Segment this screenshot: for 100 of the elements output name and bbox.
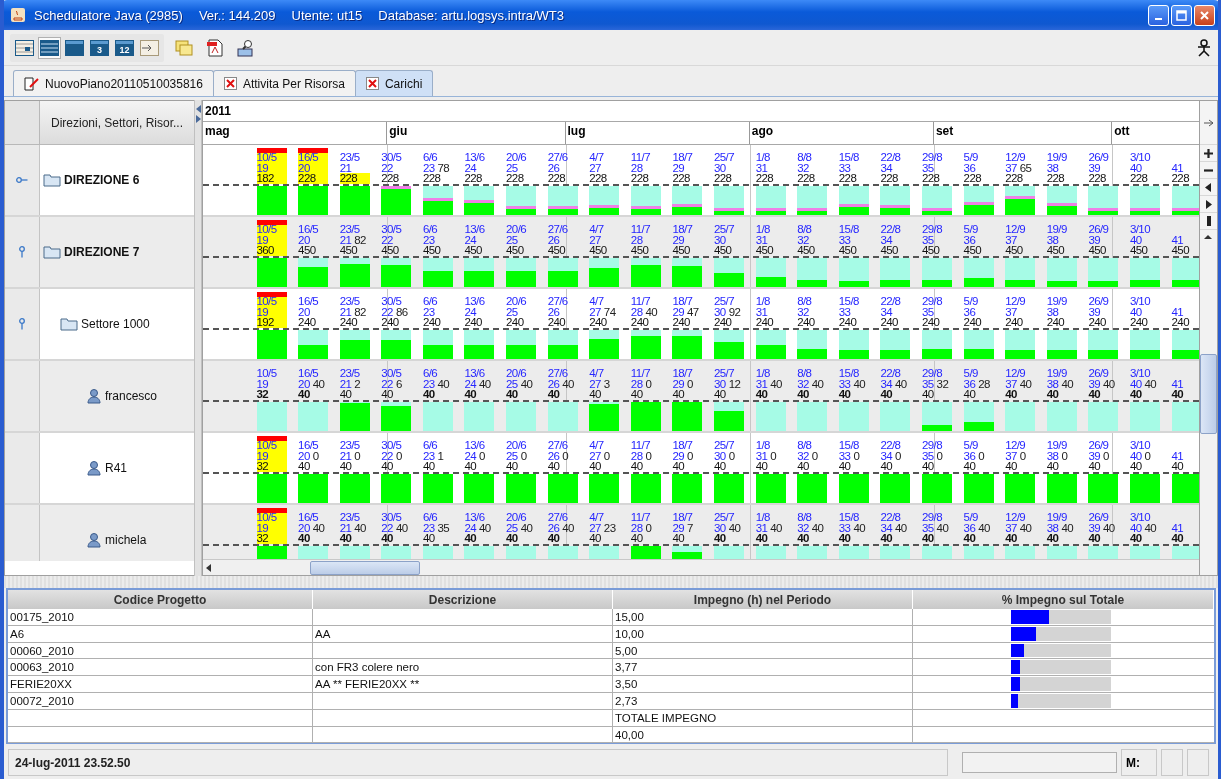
capacity-value: 450 (963, 245, 981, 256)
week-date: 27/6 (547, 368, 569, 379)
capacity-value: 40 (506, 533, 519, 544)
week-number: 21 (339, 378, 352, 390)
capacity-value: 32 (256, 461, 270, 472)
week-number: 20 (298, 234, 310, 246)
week-number: 35 (922, 306, 934, 318)
window-title: Ver.: 144.209 (198, 7, 276, 23)
week-date: 6/6 (422, 512, 439, 523)
week-date: 19/9 (1046, 368, 1068, 379)
week-number: 28 (630, 162, 643, 174)
week-date: 16/5 (298, 224, 319, 235)
tree-item[interactable]: francesco (105, 389, 158, 403)
capacity-value: 450 (339, 245, 359, 256)
week-date: 29/8 (922, 296, 942, 307)
week-date: 12/9 (1005, 512, 1027, 523)
week-date: 11/7 (630, 152, 650, 163)
free-hours: 40 (770, 522, 782, 534)
week-date: 18/7 (672, 440, 693, 451)
capacity-value: 40 (589, 389, 602, 400)
capacity-value: 40 (339, 461, 353, 472)
capacity-value: 228 (381, 173, 400, 184)
week-number: 26 (547, 450, 560, 462)
week-date: 5/9 (963, 152, 979, 163)
week-number: 19 (256, 450, 269, 462)
column-header[interactable]: Codice Progetto (8, 590, 313, 609)
week-date: 20/6 (506, 224, 527, 235)
column-header[interactable]: Impegno (h) nel Periodo (613, 590, 913, 609)
free-hours: 40 (354, 522, 366, 534)
week-date: 1/8 (755, 368, 771, 379)
week-date: 29/8 (922, 512, 943, 523)
capacity-value: 228 (1005, 173, 1024, 184)
week-date: 18/7 (672, 224, 693, 235)
week-date: 16/5 (298, 296, 319, 307)
week-date: 13/6 (464, 440, 485, 451)
tree-item[interactable]: michela (105, 533, 147, 547)
week-date: 22/8 (880, 152, 901, 163)
free-hours: 40 (1144, 378, 1157, 390)
tree-item[interactable]: DIREZIONE 6 (64, 173, 140, 187)
week-date: 23/5 (339, 512, 361, 523)
capacity-value: 450 (714, 245, 733, 256)
tree-item[interactable]: DIREZIONE 7 (64, 245, 140, 259)
week-date: 15/8 (838, 440, 860, 451)
tab[interactable]: Attivita Per Risorsa (212, 70, 356, 96)
week-date: 11/7 (630, 296, 651, 307)
week-date: 30/5 (381, 152, 402, 163)
capacity-value: 40 (1046, 389, 1060, 400)
week-number: 23 (422, 234, 435, 246)
capacity-value: 240 (880, 317, 899, 328)
column-header[interactable]: Descrizione (313, 590, 613, 609)
week-number: 20 (298, 378, 310, 390)
week-number: 31 (755, 162, 768, 174)
capacity-value: 228 (298, 173, 317, 184)
week-date: 1/8 (755, 440, 771, 451)
week-number: 35 (922, 234, 934, 246)
week-number: 19 (256, 378, 269, 390)
week-date: 11/7 (630, 440, 651, 451)
week-number: 33 (838, 450, 851, 462)
capacity-value: 40 (506, 461, 519, 472)
week-number: 35 (922, 162, 934, 174)
free-hours: 40 (895, 522, 907, 534)
capacity-value: 40 (464, 461, 478, 472)
capacity-value: 450 (880, 245, 899, 256)
week-date: 13/6 (464, 296, 485, 307)
capacity-value: 40 (755, 461, 769, 472)
week-number: 28 (630, 450, 643, 462)
week-date: 23/5 (339, 440, 361, 451)
free-hours: 40 (312, 378, 325, 390)
week-number: 23 (422, 450, 435, 462)
week-number: 24 (464, 306, 477, 318)
week-number: 30 (714, 234, 726, 246)
week-date: 16/5 (298, 368, 320, 379)
week-date: 22/8 (880, 440, 901, 451)
capacity-value: 40 (339, 533, 353, 544)
week-number: 41 (1171, 378, 1184, 390)
capacity-value: 40 (298, 389, 311, 400)
tree-item[interactable]: Settore 1000 (81, 317, 150, 331)
capacity-value: 40 (755, 389, 769, 400)
capacity-value: 40 (922, 533, 935, 544)
week-date: 19/9 (1046, 512, 1068, 523)
capacity-value: 40 (381, 461, 394, 472)
tree-item[interactable]: R41 (105, 461, 127, 475)
week-date: 5/9 (963, 296, 979, 307)
table-cell: 00072_2010 (8, 693, 313, 710)
tab[interactable]: Carichi (354, 70, 434, 96)
capacity-value: 32 (256, 533, 270, 544)
capacity-value: 40 (672, 533, 686, 544)
column-header[interactable]: % Impegno sul Totale (913, 590, 1214, 609)
week-number: 19 (256, 162, 269, 174)
week-date: 26/9 (1088, 368, 1110, 379)
week-date: 3/10 (1129, 296, 1150, 307)
capacity-value: 40 (1171, 533, 1184, 544)
table-cell: 00175_2010 (8, 609, 313, 626)
week-number: 24 (464, 522, 477, 534)
free-hours: 0 (728, 450, 735, 462)
tab[interactable]: NuovoPiano20110510035816 (13, 70, 214, 96)
capacity-value: 240 (963, 317, 981, 328)
free-hours: 40 (978, 522, 990, 534)
week-number: 31 (755, 522, 768, 534)
week-number: 40 (1129, 306, 1142, 318)
